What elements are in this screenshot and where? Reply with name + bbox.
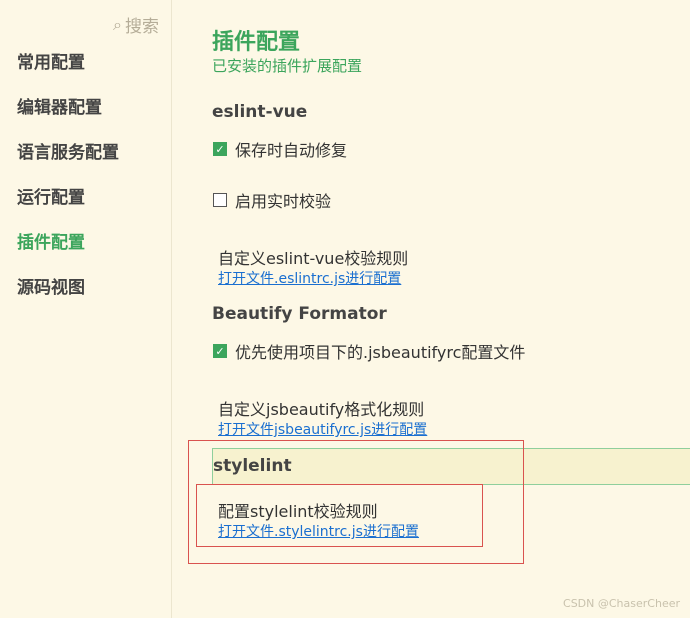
- eslint-rule-label: 自定义eslint-vue校验规则: [218, 249, 409, 268]
- beautify-prefer-label: 优先使用项目下的.jsbeautifyrc配置文件: [235, 343, 526, 362]
- watermark: CSDN @ChaserCheer: [563, 597, 680, 610]
- eslint-rule-link[interactable]: 打开文件.eslintrc.js进行配置: [218, 268, 401, 288]
- eslint-realtime-label: 启用实时校验: [235, 192, 332, 211]
- sidebar-item-general[interactable]: 常用配置: [17, 48, 85, 73]
- search-label: 搜索: [125, 17, 159, 37]
- sidebar-item-source-view[interactable]: 源码视图: [17, 273, 85, 298]
- checkbox-unchecked-icon[interactable]: [213, 193, 227, 207]
- sidebar-item-plugins[interactable]: 插件配置: [17, 228, 85, 253]
- beautify-rule-link[interactable]: 打开文件jsbeautifyrc.js进行配置: [218, 419, 427, 439]
- checkbox-checked-icon[interactable]: ✓: [213, 344, 227, 358]
- page-title: 插件配置: [212, 30, 301, 55]
- sidebar: ⌕ 搜索 常用配置 编辑器配置 语言服务配置 运行配置 插件配置 源码视图: [0, 0, 172, 618]
- eslint-auto-fix-option[interactable]: ✓ 保存时自动修复: [213, 137, 347, 161]
- plugin-settings-window: ⌕ 搜索 常用配置 编辑器配置 语言服务配置 运行配置 插件配置 源码视图 插件…: [0, 0, 690, 618]
- page-subtitle: 已安装的插件扩展配置: [212, 57, 363, 75]
- search-box[interactable]: ⌕ 搜索: [113, 12, 159, 38]
- sidebar-item-language-service[interactable]: 语言服务配置: [17, 138, 119, 163]
- sidebar-item-run[interactable]: 运行配置: [17, 183, 85, 208]
- beautify-section-title: Beautify Formator: [212, 304, 387, 324]
- search-icon: ⌕: [113, 14, 122, 34]
- highlight-box-inner: [196, 484, 483, 547]
- checkbox-checked-icon[interactable]: ✓: [213, 142, 227, 156]
- eslint-realtime-option[interactable]: 启用实时校验: [213, 188, 331, 212]
- beautify-rule-label: 自定义jsbeautify格式化规则: [218, 400, 425, 419]
- eslint-section-title: eslint-vue: [212, 102, 308, 122]
- eslint-auto-fix-label: 保存时自动修复: [235, 141, 348, 160]
- sidebar-item-editor[interactable]: 编辑器配置: [17, 93, 102, 118]
- beautify-prefer-option[interactable]: ✓ 优先使用项目下的.jsbeautifyrc配置文件: [213, 339, 525, 363]
